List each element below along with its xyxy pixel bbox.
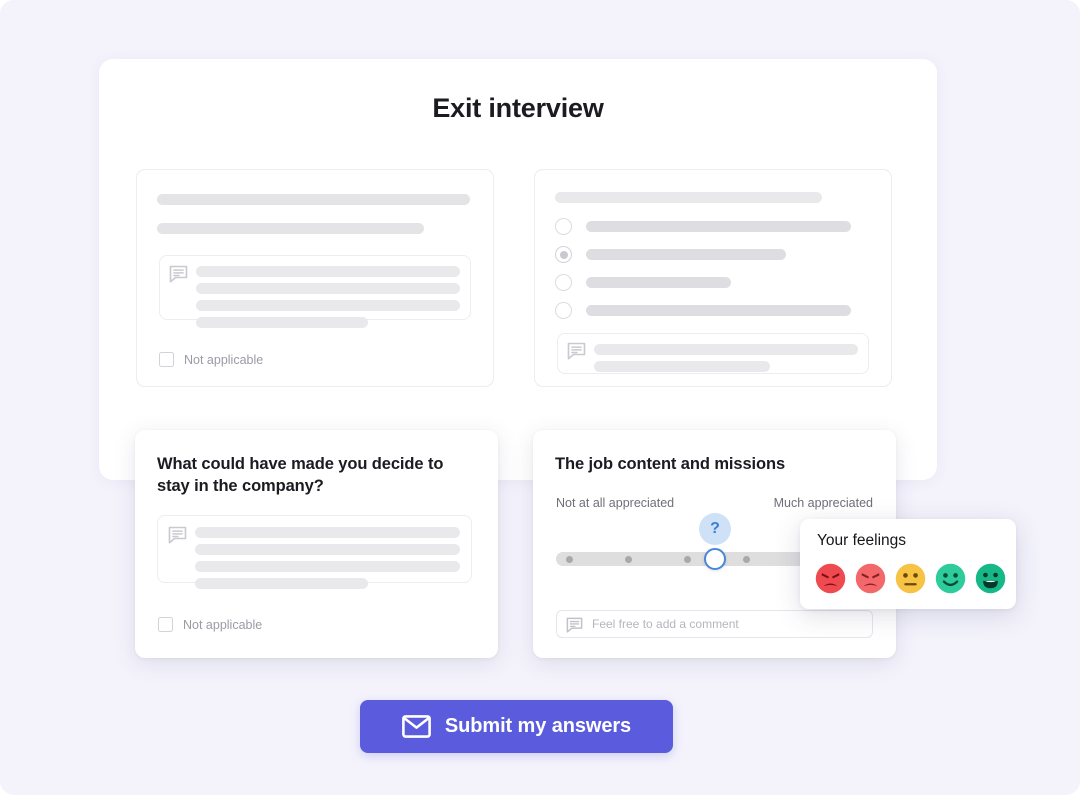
comment-box[interactable] [157,515,472,589]
skeleton-line [195,527,460,538]
radio-button[interactable] [555,274,572,291]
skeleton-line [195,561,460,572]
chat-bubble-icon [168,526,187,544]
slider-tick [743,556,750,563]
feelings-title: Your feelings [817,532,907,549]
radio-button[interactable] [555,218,572,235]
chat-bubble-icon [566,617,583,633]
not-applicable-checkbox[interactable] [159,352,174,367]
skeleton-line [195,578,368,589]
radio-option[interactable] [555,218,851,235]
radio-button-selected[interactable] [555,246,572,263]
skeleton-line [196,300,460,311]
submit-button[interactable]: Submit my answers [360,700,673,753]
not-applicable-row[interactable]: Not applicable [159,352,263,367]
not-applicable-checkbox[interactable] [158,617,173,632]
radio-option[interactable] [555,274,731,291]
skeleton-line [157,194,470,205]
stay-question-card: What could have made you decide to stay … [135,430,498,658]
card-heading: The job content and missions [555,455,786,473]
scale-min-label: Not at all appreciated [556,496,675,510]
feelings-emoji-row [815,563,1006,594]
page-title: Exit interview [432,93,604,123]
radio-option[interactable] [555,246,786,263]
scale-max-label: Much appreciated [773,496,873,510]
feelings-popup: Your feelings [800,519,1016,609]
skeleton-line [586,221,851,232]
comment-input[interactable]: Feel free to add a comment [556,610,873,638]
comment-placeholder: Feel free to add a comment [592,617,739,631]
skeleton-line [594,361,770,372]
skeleton-line [594,344,858,355]
chat-bubble-icon [567,342,586,360]
angry-face-emoji[interactable] [855,563,886,594]
radio-option[interactable] [555,302,851,319]
slider-thumb[interactable] [704,548,726,570]
card-heading: What could have made you decide to stay … [157,455,444,495]
comment-box[interactable] [159,255,471,328]
placeholder-question-card: Not applicable [136,169,494,387]
smiling-face-emoji[interactable] [935,563,966,594]
skeleton-line [586,277,731,288]
neutral-face-emoji[interactable] [895,563,926,594]
slider-tick [566,556,573,563]
skeleton-line [586,305,851,316]
skeleton-line [195,544,460,555]
skeleton-heading [555,192,822,203]
radio-button[interactable] [555,302,572,319]
not-applicable-label: Not applicable [184,352,264,367]
comment-box[interactable] [557,333,869,374]
not-applicable-label: Not applicable [183,617,263,632]
submit-button-label: Submit my answers [444,715,632,737]
chat-bubble-icon [169,265,188,283]
skeleton-line [196,283,460,294]
app-root: Exit interview Not applicable What could… [0,0,1080,795]
not-applicable-row[interactable]: Not applicable [158,617,262,632]
help-bubble-icon[interactable]: ? [699,513,731,545]
skeleton-line [586,249,786,260]
angry-face-emoji[interactable] [815,563,846,594]
envelope-icon [402,715,431,738]
slider-tick [684,556,691,563]
skeleton-line [196,266,460,277]
skeleton-line [196,317,368,328]
placeholder-choice-card [534,169,892,387]
grinning-face-emoji[interactable] [975,563,1006,594]
slider-tick [625,556,632,563]
survey-panel: Exit interview Not applicable [99,59,937,480]
skeleton-line [157,223,424,234]
